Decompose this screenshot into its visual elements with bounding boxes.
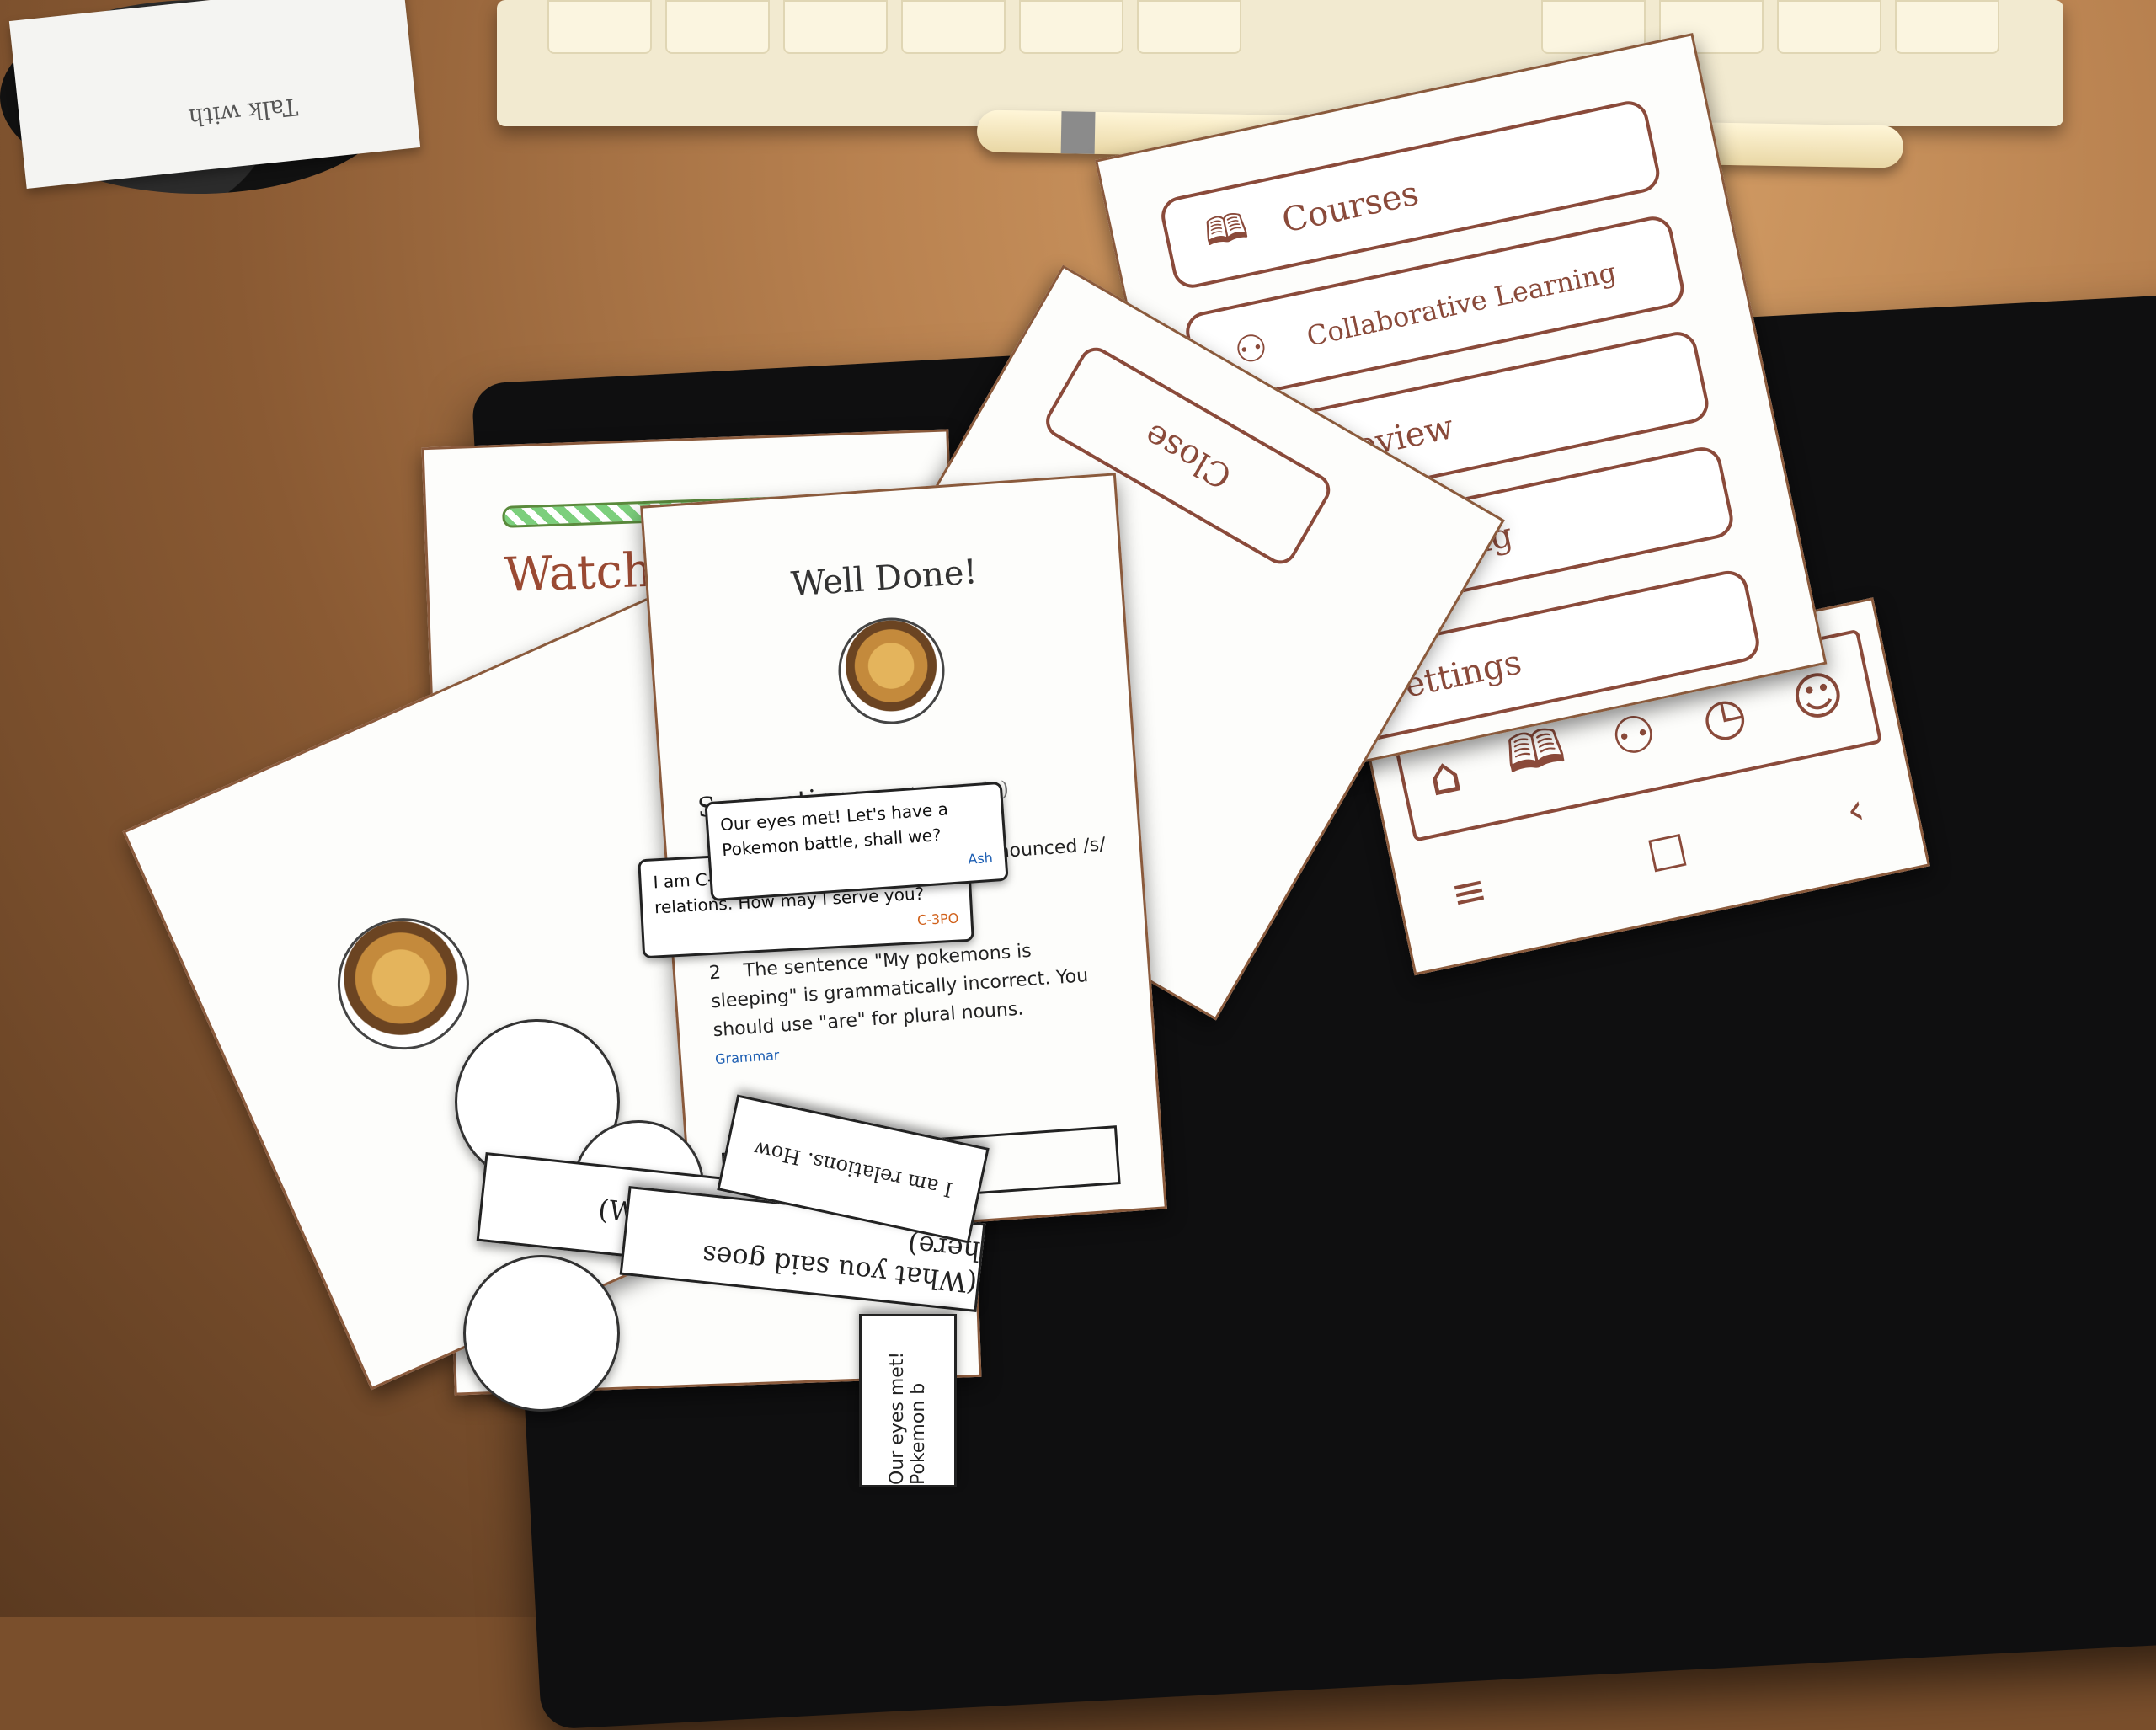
suggestion-number: 2 (708, 962, 722, 985)
speaker-name: C-3PO (916, 910, 959, 929)
smiley-icon[interactable]: ☺ (1786, 663, 1850, 731)
vertical-strip: Our eyes met! Pokemon b (859, 1314, 957, 1487)
open-book-icon: 🕮 (1199, 204, 1252, 255)
pencil-band (1060, 111, 1096, 154)
key (1137, 0, 1241, 54)
key (547, 0, 652, 54)
card-title: Watch (503, 542, 654, 603)
suggestion-2: 2 The sentence "My pokemons is sleeping"… (708, 932, 1119, 1074)
page-title: Well Done! (789, 553, 979, 605)
people-icon[interactable]: ⚇ (1606, 702, 1662, 770)
back-icon[interactable]: ‹ (1842, 784, 1869, 836)
menu-icon[interactable]: ≡ (1447, 864, 1492, 919)
keyboard (497, 0, 2063, 126)
menu-item-label: Courses (1278, 174, 1422, 241)
pokemon-face-cutout (463, 1255, 620, 1412)
menu-item-label: Collaborative Learning (1304, 255, 1620, 353)
key (665, 0, 770, 54)
avatar (835, 614, 948, 728)
square-icon[interactable]: □ (1642, 821, 1691, 878)
key (1895, 0, 1999, 54)
key (1019, 0, 1123, 54)
stopwatch-icon[interactable]: ◷ (1696, 683, 1752, 750)
ash-bubble: Our eyes met! Let's have a Pokemon battl… (704, 781, 1009, 902)
sticky-note-text: Talk with (187, 92, 300, 132)
home-icon[interactable]: ⌂ (1423, 744, 1467, 808)
avatar (316, 897, 490, 1071)
key (783, 0, 888, 54)
key (901, 0, 1006, 54)
speaker-name: Ash (967, 849, 994, 868)
